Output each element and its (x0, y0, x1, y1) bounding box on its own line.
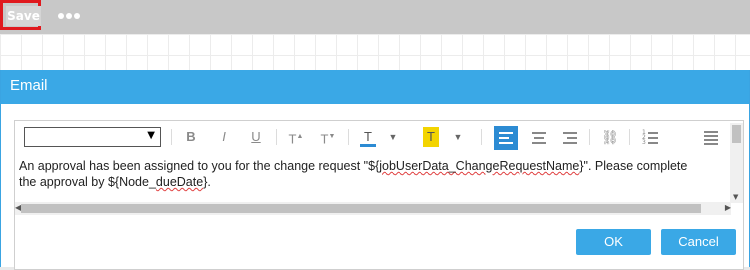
vertical-scrollbar[interactable]: ▼ (730, 123, 743, 203)
text-color-dropdown-icon[interactable]: ▼ (386, 127, 400, 147)
top-toolbar: Save (0, 0, 750, 34)
align-right-icon[interactable] (558, 126, 582, 150)
align-center-icon[interactable] (527, 126, 551, 150)
horizontal-scrollbar[interactable]: ◀ ▶ (15, 202, 731, 215)
save-button[interactable]: Save (6, 6, 41, 26)
align-left-icon[interactable] (494, 126, 518, 150)
scroll-thumb[interactable] (732, 125, 741, 143)
toolbar-divider (171, 129, 172, 145)
text-color-icon[interactable]: T (360, 127, 376, 147)
link-icon[interactable]: ⛓ (600, 127, 620, 147)
body-text-segment: }. (203, 175, 211, 189)
ok-button[interactable]: OK (576, 229, 651, 255)
underline-icon[interactable]: U (247, 127, 265, 147)
toolbar-divider (589, 129, 590, 145)
body-text-segment: }". Please complete (579, 159, 688, 173)
chevron-down-icon: ▼ (147, 130, 155, 141)
scroll-thumb[interactable] (21, 204, 701, 213)
email-dialog: Email ▼ B I U T▲ T▼ T ▼ T ▼ ⛓ 1 2 3 An a… (0, 70, 750, 270)
subscript-icon[interactable]: T▼ (317, 127, 339, 147)
body-text-segment: the approval by ${Node_ (19, 175, 156, 189)
superscript-icon[interactable]: T▲ (285, 127, 307, 147)
justify-icon[interactable] (700, 126, 724, 150)
editor-toolbar: ▼ B I U T▲ T▼ T ▼ T ▼ ⛓ 1 2 3 (15, 121, 743, 155)
highlight-dropdown-icon[interactable]: ▼ (451, 127, 465, 147)
dialog-title: Email (10, 77, 48, 94)
italic-icon[interactable]: I (215, 127, 233, 147)
toolbar-divider (629, 129, 630, 145)
save-highlight: Save (0, 0, 41, 30)
body-text-segment: An approval has been assigned to you for… (19, 159, 380, 173)
email-body-text[interactable]: An approval has been assigned to you for… (19, 158, 731, 190)
toolbar-divider (348, 129, 349, 145)
variable-name: dueDate (155, 175, 204, 189)
numbered-list-icon[interactable]: 123 (640, 126, 664, 150)
more-options-icon[interactable] (58, 13, 80, 19)
font-select[interactable]: ▼ (24, 127, 161, 147)
toolbar-divider (481, 129, 482, 145)
scroll-down-icon[interactable]: ▼ (733, 193, 738, 201)
dialog-header: Email (1, 70, 749, 104)
cancel-button[interactable]: Cancel (661, 229, 736, 255)
variable-name: jobUserData_ChangeRequestName (379, 159, 580, 173)
bold-icon[interactable]: B (182, 127, 200, 147)
highlight-color-icon[interactable]: T (423, 127, 439, 147)
toolbar-divider (276, 129, 277, 145)
scroll-right-icon[interactable]: ▶ (725, 203, 731, 212)
